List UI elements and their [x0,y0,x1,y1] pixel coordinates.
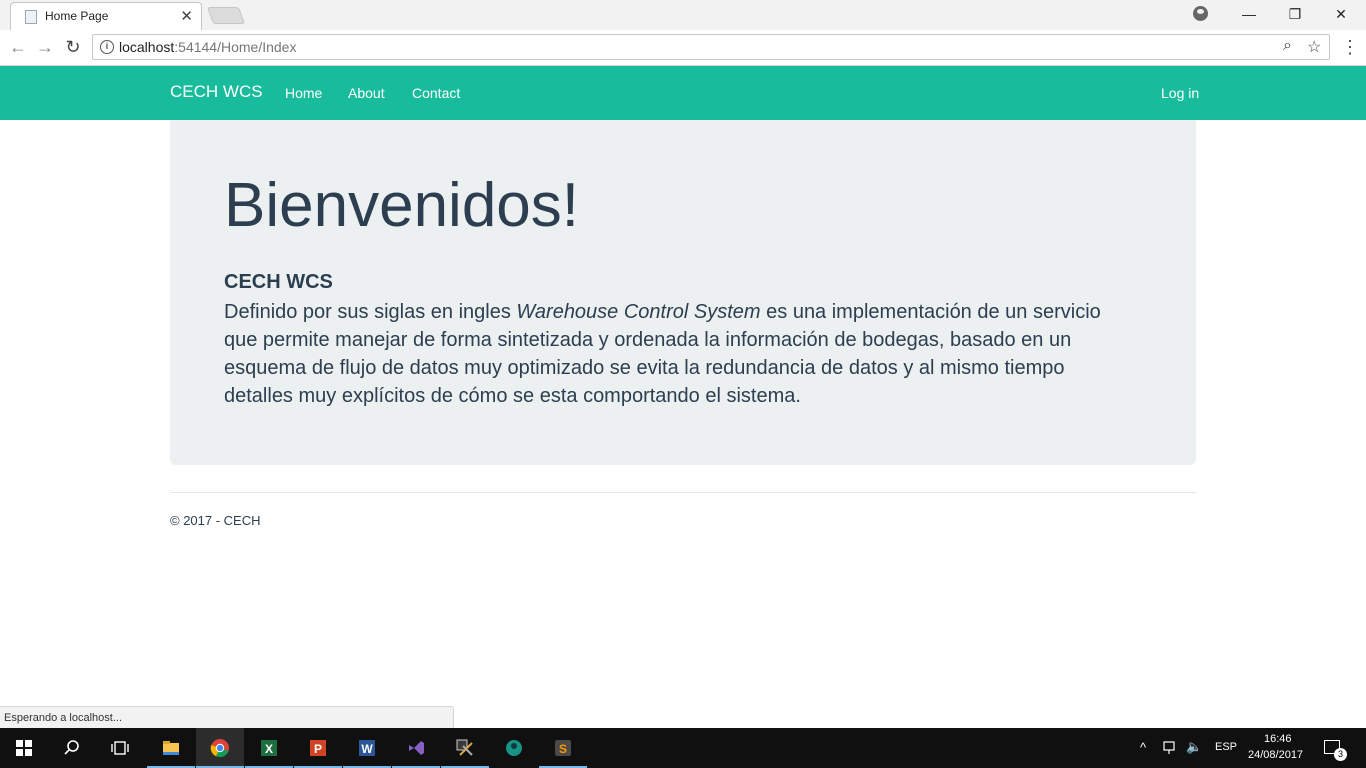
zoom-search-icon[interactable]: ⌕ [1283,37,1292,55]
taskbar-chrome[interactable] [196,728,244,768]
footer-text: © 2017 - CECH [170,513,261,528]
nav-link-about[interactable]: About [348,85,385,101]
url-text[interactable]: localhost:54144/Home/Index [119,39,296,55]
taskbar-gitkraken[interactable] [490,728,538,768]
status-bubble: Esperando a localhost... [0,706,454,728]
volume-icon[interactable]: 🔈 [1186,739,1202,755]
clock-time[interactable]: 16:46 [1264,733,1292,745]
page-title: Bienvenidos! [224,171,580,240]
network-icon[interactable] [1163,741,1179,755]
taskbar-tools[interactable] [441,728,489,768]
svg-text:W: W [361,742,373,756]
taskbar-word[interactable]: W [343,728,391,768]
nav-link-home[interactable]: Home [285,85,322,101]
url-host: localhost [119,39,175,55]
notification-count-badge: 3 [1334,748,1347,761]
task-view-button[interactable] [96,728,144,768]
description-emphasis: Warehouse Control System [516,301,761,323]
show-hidden-icons-icon[interactable]: ^ [1140,740,1146,755]
clock-date[interactable]: 24/08/2017 [1248,749,1303,761]
minimize-button[interactable]: — [1226,0,1272,30]
browser-toolbar: ← → ↻ i localhost:54144/Home/Index ⌕ ☆ ⋮ [0,30,1366,66]
windows-taskbar: X P W S ^ 🔈 ESP 16:46 24/08/2017 3 [0,728,1366,768]
reload-icon[interactable]: ↻ [62,36,84,58]
word-icon: W [359,740,375,756]
language-indicator[interactable]: ESP [1215,741,1237,753]
jumbotron: Bienvenidos! CECH WCS Definido por sus s… [170,120,1196,465]
excel-icon: X [261,740,277,756]
address-bar[interactable]: i localhost:54144/Home/Index ⌕ ☆ [92,34,1330,60]
taskbar-sublime[interactable]: S [539,728,587,768]
search-icon [64,740,79,755]
footer-divider [170,492,1196,493]
bookmark-star-icon[interactable]: ☆ [1307,37,1321,57]
task-view-icon [111,741,129,755]
file-explorer-icon [163,741,179,755]
visual-studio-icon [409,741,424,755]
description-part-1: Definido por sus siglas en ingles [224,301,517,323]
forward-arrow-icon[interactable]: → [34,36,56,58]
chrome-icon [210,739,229,758]
tools-icon [456,739,473,756]
new-tab-button[interactable] [206,7,246,24]
site-navbar: CECH WCS Home About Contact Log in [0,66,1366,120]
back-arrow-icon[interactable]: ← [7,36,29,58]
taskbar-excel[interactable]: X [245,728,293,768]
close-window-button[interactable]: ✕ [1318,0,1364,30]
jumbotron-heading: CECH WCS [224,271,333,293]
tab-close-icon[interactable]: ✕ [180,7,193,25]
svg-text:X: X [265,742,273,756]
browser-tab-bar: Home Page ✕ — ❐ ✕ [0,0,1366,30]
svg-text:S: S [559,742,567,756]
taskbar-file-explorer[interactable] [147,728,195,768]
nav-link-contact[interactable]: Contact [412,85,460,101]
login-link[interactable]: Log in [1161,85,1199,101]
jumbotron-description: Definido por sus siglas en ingles Wareho… [224,298,1124,410]
sublime-icon: S [555,740,571,756]
restore-button[interactable]: ❐ [1272,0,1318,30]
tab-title: Home Page [45,9,109,23]
svg-text:P: P [314,742,322,756]
url-path: :54144/Home/Index [174,39,297,55]
browser-menu-icon[interactable]: ⋮ [1341,37,1359,57]
start-button[interactable] [0,728,48,768]
taskbar-visual-studio[interactable] [392,728,440,768]
navbar-brand[interactable]: CECH WCS [170,82,263,102]
taskbar-search-button[interactable] [48,728,96,768]
powerpoint-icon: P [310,740,326,756]
gitkraken-icon [506,740,522,756]
taskbar-powerpoint[interactable]: P [294,728,342,768]
browser-tab[interactable]: Home Page ✕ [10,2,202,30]
profile-icon[interactable] [1193,6,1208,21]
site-info-icon[interactable]: i [100,40,114,54]
windows-logo-icon [16,740,32,756]
page-favicon-icon [25,10,37,24]
